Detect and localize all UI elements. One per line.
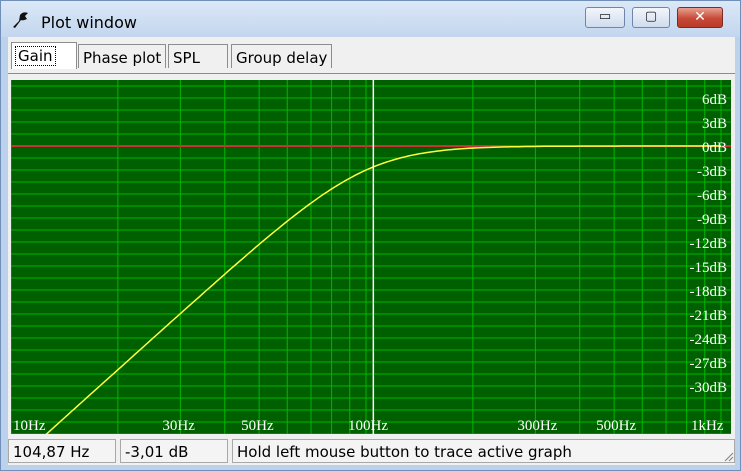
app-icon bbox=[13, 12, 28, 28]
plot-window: Plot window ▭ ▢ ✕ Gain Phase plot SPL Gr… bbox=[0, 0, 741, 471]
x-axis-label: 30Hz bbox=[162, 418, 195, 434]
minimize-button[interactable]: ▭ bbox=[585, 7, 625, 28]
status-frequency: 104,87 Hz bbox=[8, 439, 116, 463]
y-axis-label: 6dB bbox=[702, 92, 727, 108]
y-axis-label: 3dB bbox=[702, 116, 727, 132]
y-axis-label: -27dB bbox=[690, 356, 728, 372]
y-axis-label: -15dB bbox=[690, 260, 728, 276]
x-axis-label: 100Hz bbox=[348, 418, 388, 434]
client-area: Gain Phase plot SPL Group delay 6dB 3dB 0d… bbox=[8, 37, 735, 465]
tab-spl[interactable]: SPL bbox=[168, 44, 228, 68]
maximize-button[interactable]: ▢ bbox=[632, 7, 670, 28]
close-button[interactable]: ✕ bbox=[677, 7, 723, 28]
x-axis-label: 300Hz bbox=[517, 418, 557, 434]
x-axis-label: 50Hz bbox=[241, 418, 274, 434]
tab-strip: Gain Phase plot SPL Group delay bbox=[8, 42, 735, 74]
resize-grip-icon[interactable] bbox=[722, 450, 734, 462]
x-axis-label: 500Hz bbox=[596, 418, 636, 434]
minimize-icon: ▭ bbox=[598, 9, 612, 24]
y-axis-label: -18dB bbox=[690, 284, 728, 300]
tab-gain[interactable]: Gain bbox=[11, 42, 77, 69]
y-axis-label: -24dB bbox=[690, 332, 728, 348]
close-icon: ✕ bbox=[694, 9, 706, 25]
gain-plot-canvas[interactable]: 6dB 3dB 0dB -3dB -6dB -9dB -12dB -15dB -18dB -21d… bbox=[11, 80, 731, 434]
y-axis-label: -6dB bbox=[697, 188, 727, 204]
tab-phase-plot[interactable]: Phase plot bbox=[78, 44, 166, 68]
y-axis-label: 0dB bbox=[702, 140, 727, 156]
tab-group-delay[interactable]: Group delay bbox=[231, 44, 332, 68]
status-level: -3,01 dB bbox=[120, 439, 228, 463]
window-title: Plot window bbox=[41, 13, 137, 32]
status-bar: 104,87 Hz -3,01 dB Hold left mouse butto… bbox=[8, 439, 735, 463]
y-axis-label: -9dB bbox=[697, 212, 727, 228]
x-axis-label: 1kHz bbox=[691, 418, 724, 434]
y-axis-label: -21dB bbox=[690, 308, 728, 324]
status-hint: Hold left mouse button to trace active g… bbox=[232, 439, 735, 463]
gain-plot[interactable]: 6dB 3dB 0dB -3dB -6dB -9dB -12dB -15dB -18dB -21d… bbox=[11, 80, 731, 434]
x-axis-label: 10Hz bbox=[13, 418, 46, 434]
maximize-icon: ▢ bbox=[644, 9, 658, 24]
y-axis-label: -30dB bbox=[690, 380, 728, 396]
y-axis-label: -12dB bbox=[690, 236, 728, 252]
y-axis-label: -3dB bbox=[697, 164, 727, 180]
title-bar[interactable]: Plot window ▭ ▢ ✕ bbox=[1, 1, 740, 37]
